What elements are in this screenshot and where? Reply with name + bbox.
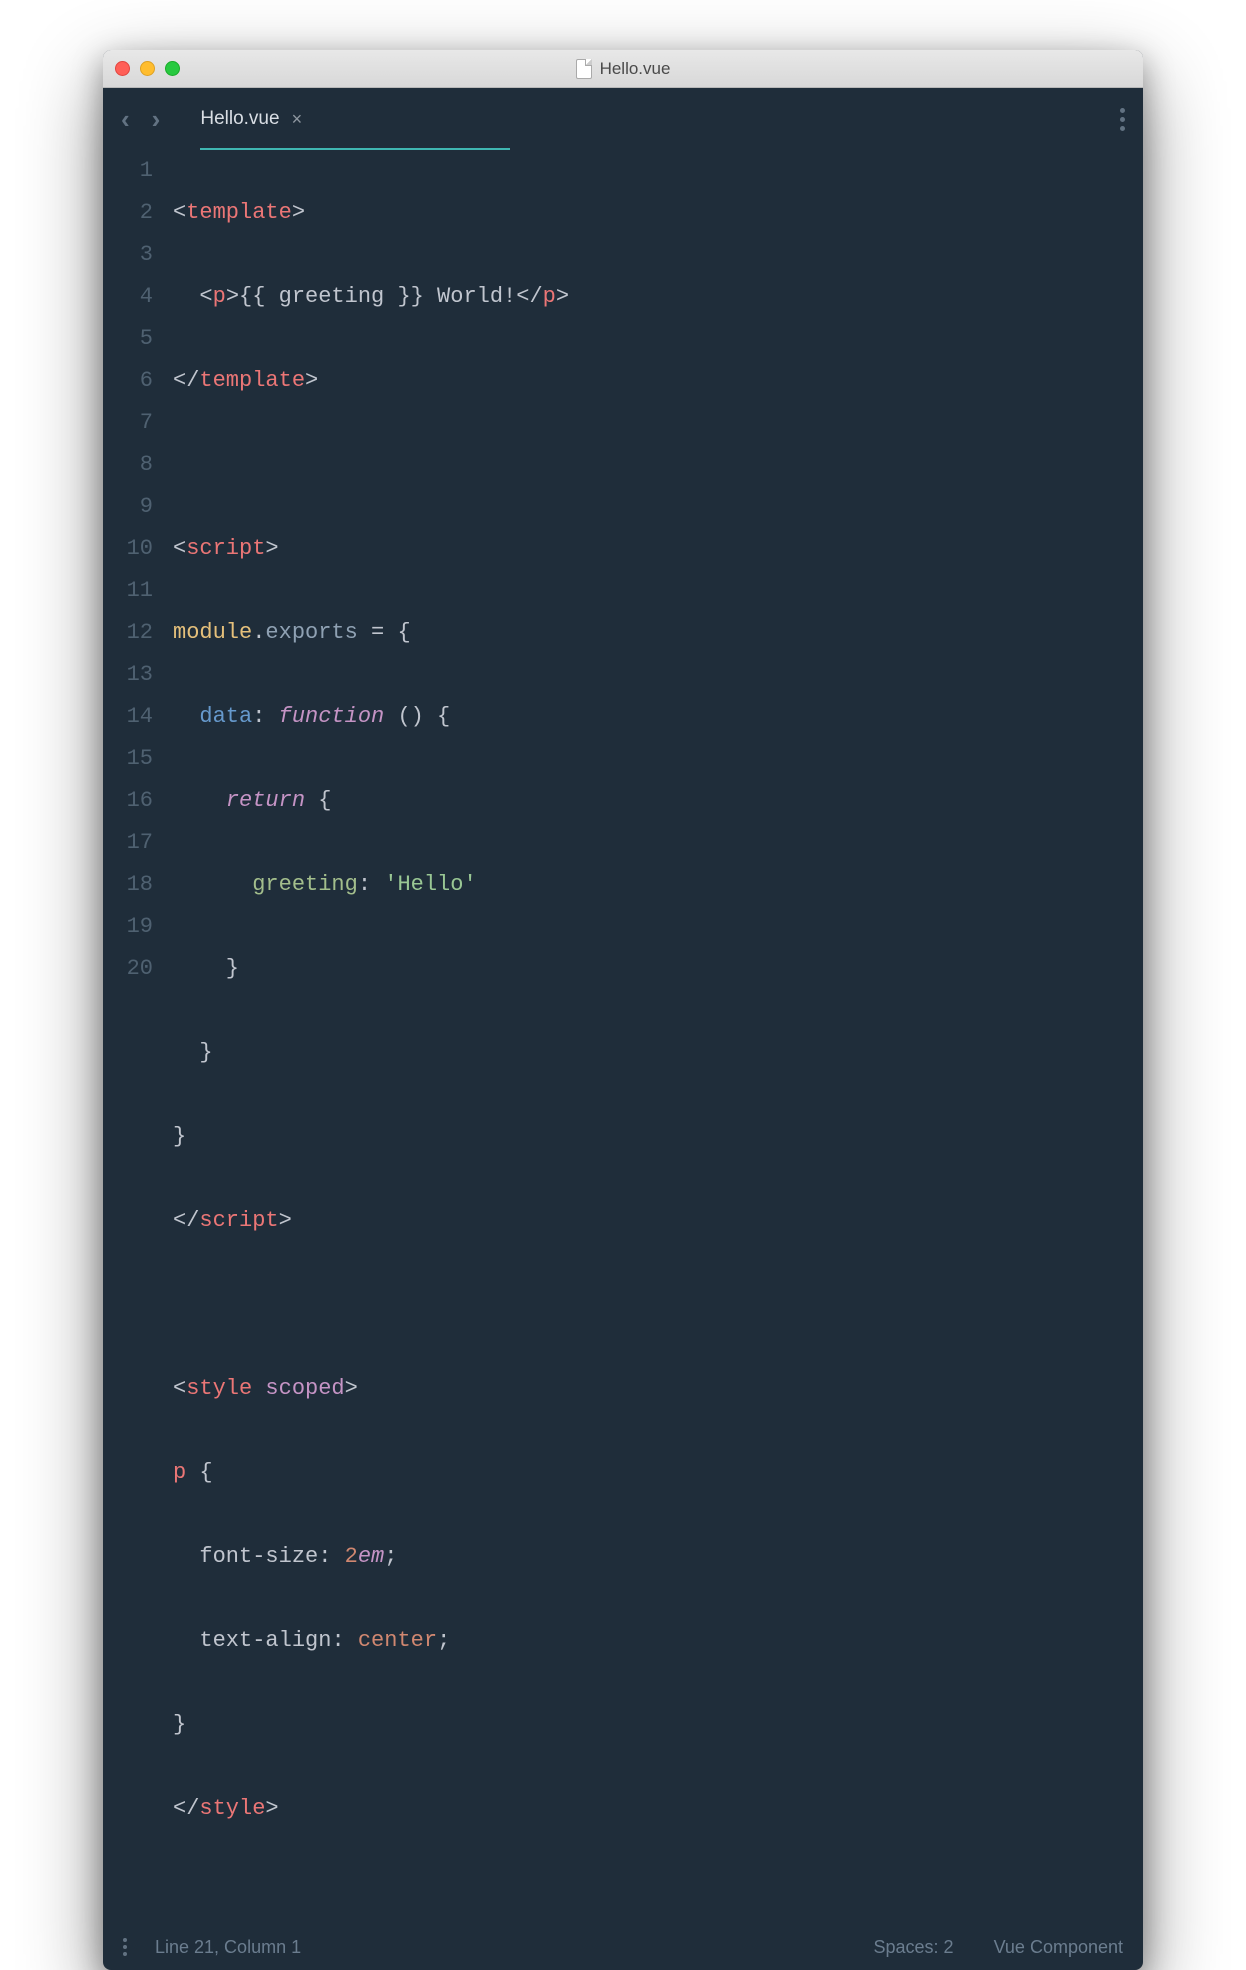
line-number: 8 — [103, 444, 153, 486]
code-line: } — [173, 1032, 1143, 1074]
tab-label: Hello.vue — [200, 108, 279, 130]
code-line — [173, 1284, 1143, 1326]
code-content[interactable]: <template> <p>{{ greeting }} World!</p> … — [173, 150, 1143, 1914]
nav-back-icon[interactable]: ‹ — [121, 104, 130, 135]
code-editor[interactable]: 1 2 3 4 5 6 7 8 9 10 11 12 13 14 15 16 1… — [103, 150, 1143, 1924]
line-number: 9 — [103, 486, 153, 528]
traffic-lights — [115, 61, 180, 76]
close-window-button[interactable] — [115, 61, 130, 76]
code-line: <style scoped> — [173, 1368, 1143, 1410]
line-number: 6 — [103, 360, 153, 402]
tab-active-underline — [200, 148, 510, 150]
window-title: Hello.vue — [600, 59, 671, 79]
line-number: 16 — [103, 780, 153, 822]
editor-window: Hello.vue ‹ › Hello.vue × 1 2 3 4 5 6 7 … — [103, 50, 1143, 1970]
code-line: <template> — [173, 192, 1143, 234]
close-tab-icon[interactable]: × — [292, 109, 303, 130]
more-menu-icon[interactable] — [1120, 108, 1125, 131]
line-number: 17 — [103, 822, 153, 864]
code-line: return { — [173, 780, 1143, 822]
code-line: greeting: 'Hello' — [173, 864, 1143, 906]
code-line: text-align: center; — [173, 1620, 1143, 1662]
window-title-group: Hello.vue — [103, 59, 1143, 79]
line-number: 3 — [103, 234, 153, 276]
cursor-position[interactable]: Line 21, Column 1 — [155, 1937, 301, 1958]
line-number: 4 — [103, 276, 153, 318]
line-number-gutter: 1 2 3 4 5 6 7 8 9 10 11 12 13 14 15 16 1… — [103, 150, 173, 1914]
nav-arrows: ‹ › — [121, 104, 160, 135]
code-line: p { — [173, 1452, 1143, 1494]
code-line: </style> — [173, 1788, 1143, 1830]
zoom-window-button[interactable] — [165, 61, 180, 76]
code-line: <script> — [173, 528, 1143, 570]
code-line: } — [173, 1704, 1143, 1746]
line-number: 14 — [103, 696, 153, 738]
code-line: data: function () { — [173, 696, 1143, 738]
line-number: 10 — [103, 528, 153, 570]
line-number: 15 — [103, 738, 153, 780]
line-number: 20 — [103, 948, 153, 990]
minimize-window-button[interactable] — [140, 61, 155, 76]
line-number: 2 — [103, 192, 153, 234]
file-icon — [576, 59, 592, 79]
code-line: } — [173, 1116, 1143, 1158]
code-line: <p>{{ greeting }} World!</p> — [173, 276, 1143, 318]
line-number: 5 — [103, 318, 153, 360]
line-number: 18 — [103, 864, 153, 906]
line-number: 13 — [103, 654, 153, 696]
code-line: </script> — [173, 1200, 1143, 1242]
line-number: 12 — [103, 612, 153, 654]
code-line: } — [173, 948, 1143, 990]
window-titlebar[interactable]: Hello.vue — [103, 50, 1143, 88]
indentation-setting[interactable]: Spaces: 2 — [874, 1937, 954, 1958]
code-line: font-size: 2em; — [173, 1536, 1143, 1578]
line-number: 19 — [103, 906, 153, 948]
status-bar: Line 21, Column 1 Spaces: 2 Vue Componen… — [103, 1924, 1143, 1970]
line-number: 1 — [103, 150, 153, 192]
tab-hello-vue[interactable]: Hello.vue × — [200, 88, 442, 150]
tab-bar: ‹ › Hello.vue × — [103, 88, 1143, 150]
code-line: </template> — [173, 360, 1143, 402]
line-number: 7 — [103, 402, 153, 444]
statusbar-menu-icon[interactable] — [123, 1938, 127, 1956]
code-line: module.exports = { — [173, 612, 1143, 654]
line-number: 11 — [103, 570, 153, 612]
language-mode[interactable]: Vue Component — [994, 1937, 1123, 1958]
code-line — [173, 444, 1143, 486]
nav-forward-icon[interactable]: › — [152, 104, 161, 135]
